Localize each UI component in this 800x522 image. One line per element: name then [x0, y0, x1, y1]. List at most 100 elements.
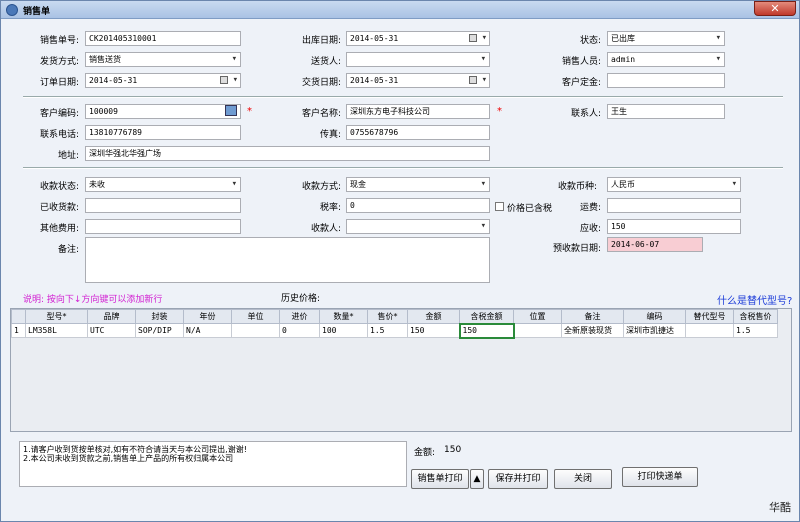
- print-options-arrow-icon[interactable]: ▲: [470, 469, 484, 489]
- column-header[interactable]: 含税金额: [459, 309, 514, 324]
- receivable-input[interactable]: 150: [607, 219, 741, 234]
- deal-date-value: 2014-05-31: [350, 76, 399, 85]
- salesperson-select[interactable]: admin: [607, 52, 725, 67]
- divider: [23, 96, 783, 98]
- payee-label: 收款人:: [310, 224, 341, 234]
- address-input[interactable]: 深圳华强北华强广场: [85, 146, 490, 161]
- sender-select[interactable]: [346, 52, 490, 67]
- table-cell[interactable]: SOP/DIP: [135, 323, 184, 338]
- table-cell[interactable]: [513, 323, 562, 338]
- tax-included-checkbox[interactable]: [495, 202, 504, 211]
- table-cell[interactable]: 100: [319, 323, 368, 338]
- print-express-button[interactable]: 打印快递单: [622, 467, 698, 487]
- fax-label: 传真:: [319, 130, 341, 140]
- deal-date-label: 交货日期:: [301, 78, 341, 88]
- pred-date-input[interactable]: 2014-06-07: [607, 237, 703, 252]
- table-cell[interactable]: 1.5: [733, 323, 778, 338]
- freight-input[interactable]: [607, 198, 741, 213]
- sender-label: 送货人:: [310, 57, 341, 67]
- customer-code-value: 100009: [89, 107, 118, 116]
- contact-label: 联系人:: [570, 109, 601, 119]
- customer-code-input[interactable]: 100009: [85, 104, 241, 119]
- table-cell[interactable]: [685, 323, 734, 338]
- table-cell[interactable]: 1.5: [367, 323, 408, 338]
- received-input[interactable]: [85, 198, 241, 213]
- column-header[interactable]: 品牌: [87, 309, 136, 324]
- close-window-button[interactable]: ✕: [754, 1, 796, 16]
- terms-line: 2.本公司未收到货款之前,销售单上产品的所有权归属本公司: [23, 454, 234, 463]
- payment-status-label: 收款状态:: [39, 182, 79, 192]
- currency-select[interactable]: 人民币: [607, 177, 741, 192]
- column-header[interactable]: 年份: [183, 309, 232, 324]
- table-cell[interactable]: UTC: [87, 323, 136, 338]
- status-label: 状态:: [579, 36, 601, 46]
- table-header-row: 型号* 品牌 封装 年份 单位 进价 数量* 售价* 金额 含税金额 位置 备注 编码 替代型号 含税售价: [11, 309, 778, 324]
- brand-logo: 华酷: [769, 501, 791, 514]
- column-header[interactable]: 含税售价: [733, 309, 778, 324]
- total-label: 金额:: [414, 448, 436, 458]
- column-header[interactable]: 备注: [561, 309, 624, 324]
- payee-select[interactable]: [346, 219, 490, 234]
- address-label: 地址:: [57, 151, 79, 161]
- row-number-cell: 1: [11, 323, 26, 338]
- window-title: 销售单: [23, 7, 51, 17]
- alt-model-link[interactable]: 什么是替代型号?: [717, 292, 792, 307]
- calendar-icon: [469, 76, 477, 84]
- total-value: 150: [444, 445, 462, 455]
- deposit-label: 客户定金:: [561, 78, 601, 88]
- table-cell[interactable]: 全新原装现货: [561, 323, 624, 338]
- fax-input[interactable]: 0755678796: [346, 125, 490, 140]
- table-cell[interactable]: LM358L: [25, 323, 88, 338]
- column-header[interactable]: 单位: [231, 309, 280, 324]
- column-header[interactable]: 进价: [279, 309, 320, 324]
- received-label: 已收货款:: [39, 203, 79, 213]
- required-mark: *: [497, 106, 502, 117]
- deal-date-picker[interactable]: 2014-05-31: [346, 73, 490, 88]
- ship-method-select[interactable]: 销售送货: [85, 52, 241, 67]
- terms-textarea[interactable]: 1.请客户收到货按单核对,如有不符合请当天与本公司提出,谢谢! 2.本公司未收到…: [19, 441, 407, 487]
- column-header[interactable]: 位置: [513, 309, 562, 324]
- order-date-value: 2014-05-31: [89, 76, 138, 85]
- phone-input[interactable]: 13810776789: [85, 125, 241, 140]
- print-order-button[interactable]: 销售单打印: [411, 469, 469, 489]
- table-cell[interactable]: N/A: [183, 323, 232, 338]
- tax-input[interactable]: 0: [346, 198, 490, 213]
- other-fee-input[interactable]: [85, 219, 241, 234]
- calendar-icon: [220, 76, 228, 84]
- table-row[interactable]: 1 LM358L UTC SOP/DIP N/A 0 100 1.5 150 150 全新原装现货深…: [11, 322, 778, 339]
- remark-textarea[interactable]: [85, 237, 490, 283]
- column-header[interactable]: 金额: [407, 309, 460, 324]
- status-select[interactable]: 已出库: [607, 31, 725, 46]
- table-cell[interactable]: 150: [458, 322, 515, 339]
- app-icon: [6, 4, 18, 16]
- column-header[interactable]: 售价*: [367, 309, 408, 324]
- items-grid: 型号* 品牌 封装 年份 单位 进价 数量* 售价* 金额 含税金额 位置 备注 编码 替代型号 含税售价 …: [10, 308, 792, 432]
- table-cell[interactable]: 深圳市凯捷达: [623, 323, 686, 338]
- payment-method-label: 收款方式:: [301, 182, 341, 192]
- payment-status-select[interactable]: 未收: [85, 177, 241, 192]
- column-header[interactable]: 替代型号: [685, 309, 734, 324]
- out-date-picker[interactable]: 2014-05-31: [346, 31, 490, 46]
- table-cell[interactable]: 150: [407, 323, 460, 338]
- column-header[interactable]: 型号*: [25, 309, 88, 324]
- payment-method-select[interactable]: 现金: [346, 177, 490, 192]
- freight-label: 运费:: [579, 203, 601, 213]
- ship-method-label: 发货方式:: [39, 57, 79, 67]
- save-and-print-button[interactable]: 保存并打印: [488, 469, 548, 489]
- column-header[interactable]: 编码: [623, 309, 686, 324]
- order-date-picker[interactable]: 2014-05-31: [85, 73, 241, 88]
- close-button[interactable]: 关闭: [554, 469, 612, 489]
- customer-lookup-icon[interactable]: [225, 105, 237, 116]
- contact-input[interactable]: 王生: [607, 104, 725, 119]
- order-date-label: 订单日期:: [39, 78, 79, 88]
- order-no-input[interactable]: CK201405310001: [85, 31, 241, 46]
- customer-name-input[interactable]: 深圳东方电子科技公司: [346, 104, 490, 119]
- terms-line: 1.请客户收到货按单核对,如有不符合请当天与本公司提出,谢谢!: [23, 445, 247, 454]
- column-header[interactable]: 数量*: [319, 309, 368, 324]
- salesperson-label: 销售人员:: [561, 57, 601, 67]
- customer-name-label: 客户名称:: [301, 109, 341, 119]
- column-header[interactable]: 封装: [135, 309, 184, 324]
- deposit-input[interactable]: [607, 73, 725, 88]
- table-cell[interactable]: [231, 323, 280, 338]
- table-cell[interactable]: 0: [279, 323, 320, 338]
